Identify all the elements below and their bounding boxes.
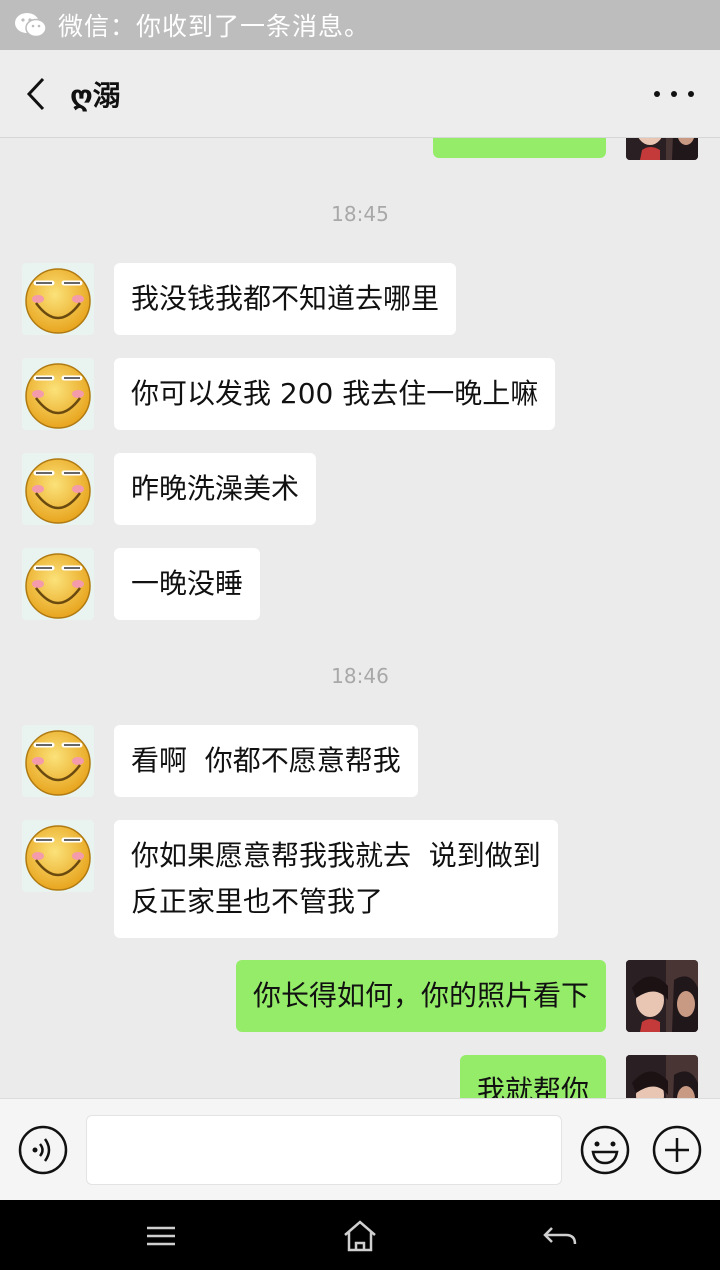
smiley-avatar-icon <box>25 730 91 796</box>
user-avatar[interactable] <box>626 960 698 1032</box>
contact-avatar[interactable] <box>22 725 94 797</box>
chat-title: ღ溺 <box>70 78 121 112</box>
user-avatar[interactable] <box>626 138 698 160</box>
more-button[interactable] <box>654 80 694 108</box>
smiley-avatar-icon <box>25 458 91 524</box>
message-line: 反正家里也不管我了 <box>131 885 384 918</box>
message-bubble-incoming[interactable]: 昨晚洗澡美术 <box>114 453 317 525</box>
voice-button[interactable] <box>18 1125 68 1175</box>
system-nav-bar <box>0 1200 720 1270</box>
more-icon <box>671 91 677 97</box>
wechat-icon <box>15 13 47 38</box>
contact-avatar[interactable] <box>22 548 94 620</box>
emoji-button[interactable] <box>580 1125 630 1175</box>
user-avatar[interactable] <box>626 1055 698 1098</box>
message-bubble-incoming[interactable]: 我没钱我都不知道去哪里 <box>114 263 457 335</box>
more-icon <box>688 91 694 97</box>
message-bubble-incoming[interactable]: 看啊 你都不愿意帮我 <box>114 725 418 797</box>
message-bubble-outgoing[interactable]: 你长得如何，你的照片看下 <box>235 960 606 1032</box>
contact-avatar[interactable] <box>22 453 94 525</box>
message-bubble-incoming[interactable]: 你可以发我 200 我去住一晚上嘛 <box>114 358 556 430</box>
smiley-avatar-icon <box>25 268 91 334</box>
message-bubble-outgoing[interactable]: 我就帮你 <box>459 1055 606 1098</box>
contact-avatar[interactable] <box>22 263 94 335</box>
notification-bar[interactable]: 微信：你收到了一条消息。 <box>0 0 720 50</box>
home-icon <box>344 1220 376 1252</box>
timestamp: 18:45 <box>331 202 389 226</box>
menu-button[interactable] <box>143 1218 183 1254</box>
back-button[interactable] <box>4 50 68 138</box>
message-input[interactable] <box>86 1115 562 1185</box>
message-bubble-outgoing-partial[interactable] <box>433 138 606 158</box>
emoji-icon <box>580 1125 630 1175</box>
message-bubble-incoming[interactable]: 你如果愿意帮我我就去 说到做到 反正家里也不管我了 <box>114 820 558 938</box>
message-bubble-incoming[interactable]: 一晚没睡 <box>114 548 261 620</box>
menu-icon <box>147 1226 175 1246</box>
voice-icon <box>18 1125 68 1175</box>
back-arrow-icon <box>26 77 45 110</box>
more-functions-button[interactable] <box>652 1125 702 1175</box>
more-icon <box>654 91 660 97</box>
timestamp: 18:46 <box>331 664 389 688</box>
contact-avatar[interactable] <box>22 358 94 430</box>
plus-icon <box>652 1125 702 1175</box>
home-button[interactable] <box>340 1218 380 1254</box>
input-bar <box>0 1098 720 1200</box>
message-list[interactable]: 18:45 我没钱我都不知道去哪里 你可以发我 200 我去住一晚上嘛 昨晚洗澡… <box>0 138 720 1098</box>
contact-avatar[interactable] <box>22 820 94 892</box>
return-button[interactable] <box>540 1218 580 1254</box>
message-line: 你如果愿意帮我我就去 说到做到 <box>131 839 541 872</box>
notification-text: 微信：你收到了一条消息。 <box>58 12 371 41</box>
smiley-avatar-icon <box>25 363 91 429</box>
smiley-avatar-icon <box>25 553 91 619</box>
smiley-avatar-icon <box>25 825 91 891</box>
return-icon <box>543 1227 577 1245</box>
chat-header: ღ溺 <box>0 50 720 138</box>
